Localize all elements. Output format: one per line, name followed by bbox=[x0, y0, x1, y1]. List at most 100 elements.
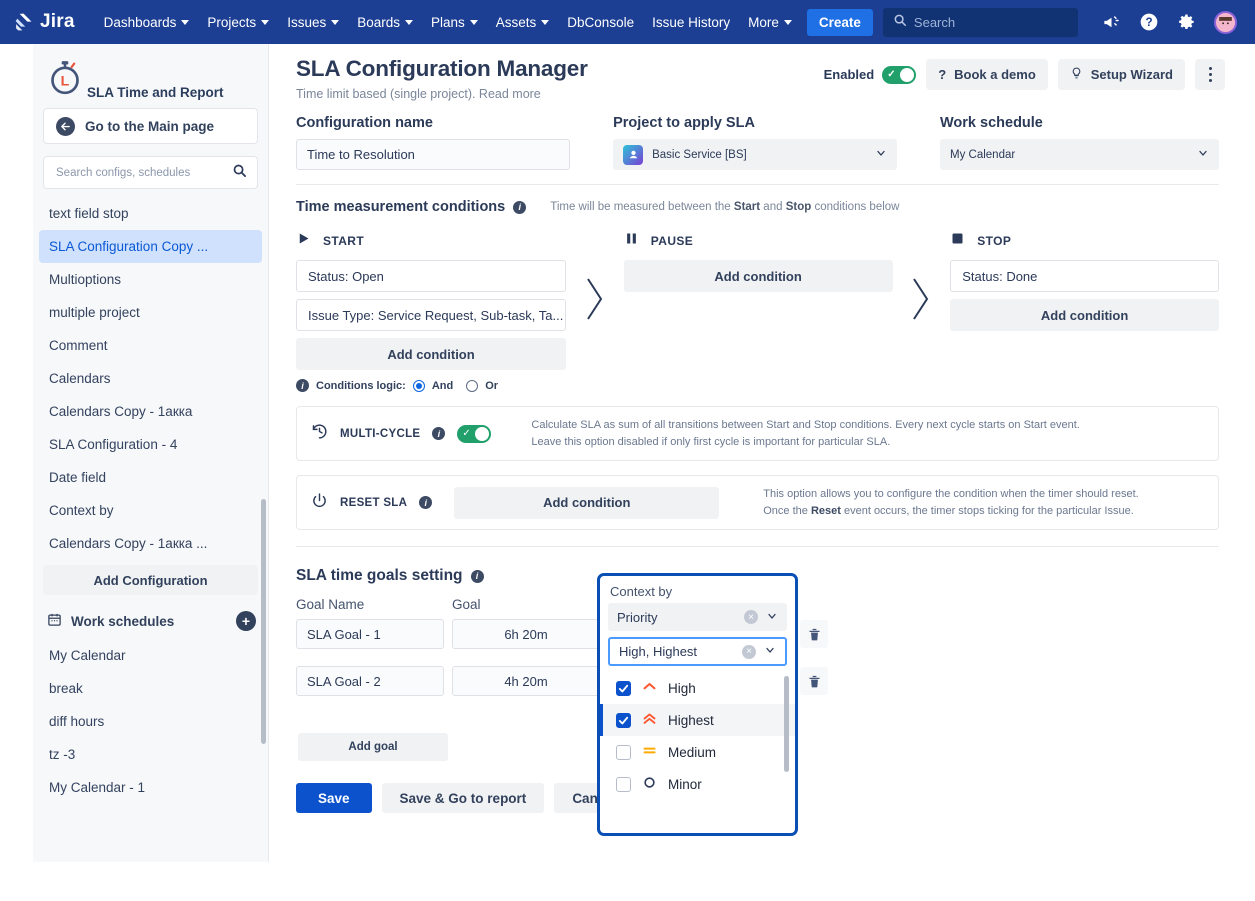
sla-brand-label: SLA Time and Report bbox=[87, 85, 224, 100]
context-option-minor[interactable]: Minor bbox=[600, 768, 795, 800]
clear-icon[interactable]: × bbox=[742, 645, 756, 659]
sidebar-item-multioptions[interactable]: Multioptions bbox=[33, 263, 268, 296]
clear-icon[interactable]: × bbox=[744, 610, 758, 624]
sidebar-item-calendars-copy-1akka[interactable]: Calendars Copy - 1акка bbox=[33, 395, 268, 428]
sidebar-schedule-tz-3[interactable]: tz -3 bbox=[33, 738, 268, 771]
book-a-demo-label: Book a demo bbox=[954, 67, 1036, 82]
sidebar-schedule-my-calendar[interactable]: My Calendar bbox=[33, 639, 268, 672]
search-configs-input[interactable] bbox=[54, 166, 232, 180]
hint-pre: Time will be measured between the bbox=[550, 201, 734, 213]
sidebar-item-date-field[interactable]: Date field bbox=[33, 461, 268, 494]
more-actions-button[interactable] bbox=[1195, 59, 1225, 90]
megaphone-icon[interactable] bbox=[1100, 11, 1122, 33]
nav-item-issue-history[interactable]: Issue History bbox=[643, 9, 739, 36]
work-schedule-select[interactable]: My Calendar bbox=[940, 139, 1219, 170]
project-select[interactable]: Basic Service [BS] bbox=[613, 139, 897, 170]
context-field-select[interactable]: Priority × bbox=[608, 603, 787, 631]
create-button[interactable]: Create bbox=[807, 9, 873, 36]
context-menu-scrollbar[interactable] bbox=[784, 676, 789, 772]
stop-condition-status[interactable]: Status: Done bbox=[950, 260, 1219, 292]
reset-sla-add-condition-button[interactable]: Add condition bbox=[454, 487, 719, 519]
settings-icon[interactable] bbox=[1176, 11, 1198, 33]
info-icon[interactable]: i bbox=[419, 496, 432, 509]
enabled-toggle[interactable]: ✓ bbox=[882, 66, 916, 84]
logic-or-radio[interactable] bbox=[466, 380, 478, 392]
goal-value-input-2[interactable]: 4h 20m bbox=[452, 666, 600, 696]
add-configuration-button[interactable]: Add Configuration bbox=[43, 565, 258, 595]
context-option-high[interactable]: High bbox=[600, 672, 795, 704]
goal-name-input-1[interactable]: SLA Goal - 1 bbox=[296, 619, 444, 649]
sidebar-schedule-break[interactable]: break bbox=[33, 672, 268, 705]
context-option-highest[interactable]: Highest bbox=[600, 704, 795, 736]
sidebar-item-label: tz -3 bbox=[49, 747, 75, 762]
checkbox-unchecked-icon[interactable] bbox=[616, 777, 631, 792]
logic-and-radio[interactable] bbox=[413, 380, 425, 392]
nav-item-dbconsole[interactable]: DbConsole bbox=[558, 9, 643, 36]
help-icon[interactable]: ? bbox=[1138, 11, 1160, 33]
nav-item-more[interactable]: More bbox=[739, 9, 801, 36]
go-to-main-page-button[interactable]: Go to the Main page bbox=[43, 108, 258, 144]
global-search-input[interactable]: Search bbox=[883, 8, 1078, 37]
avatar[interactable] bbox=[1214, 11, 1237, 34]
save-and-go-to-report-button[interactable]: Save & Go to report bbox=[382, 783, 545, 813]
sidebar-item-calendars[interactable]: Calendars bbox=[33, 362, 268, 395]
nav-item-issues[interactable]: Issues bbox=[278, 9, 348, 36]
checkbox-unchecked-icon[interactable] bbox=[616, 745, 631, 760]
info-icon[interactable]: i bbox=[471, 570, 484, 583]
project-field: Project to apply SLA Basic Service [BS] bbox=[613, 115, 897, 170]
multi-cycle-toggle[interactable]: ✓ bbox=[457, 425, 491, 443]
info-icon[interactable]: i bbox=[296, 379, 309, 392]
delete-goal-button-1[interactable] bbox=[800, 620, 828, 648]
start-condition-status[interactable]: Status: Open bbox=[296, 260, 566, 292]
sidebar-schedule-my-calendar-1[interactable]: My Calendar - 1 bbox=[33, 771, 268, 804]
sidebar-item-multiple-project[interactable]: multiple project bbox=[33, 296, 268, 329]
context-option-medium[interactable]: Medium bbox=[600, 736, 795, 768]
config-name-input[interactable]: Time to Resolution bbox=[296, 139, 570, 170]
arrow-left-icon bbox=[56, 117, 75, 136]
info-icon[interactable]: i bbox=[513, 201, 526, 214]
enabled-label: Enabled bbox=[824, 67, 875, 82]
sidebar-item-text-field-stop[interactable]: text field stop bbox=[33, 197, 268, 230]
sidebar-item-sla-configuration-copy[interactable]: SLA Configuration Copy ... bbox=[39, 230, 262, 263]
checkbox-checked-icon[interactable] bbox=[616, 713, 631, 728]
pause-icon bbox=[624, 231, 639, 251]
sidebar-search-box[interactable] bbox=[43, 156, 258, 189]
checkbox-checked-icon[interactable] bbox=[616, 681, 631, 696]
search-icon[interactable] bbox=[232, 163, 247, 183]
sidebar-item-context-by[interactable]: Context by bbox=[33, 494, 268, 527]
add-goal-button[interactable]: Add goal bbox=[298, 733, 448, 761]
save-button[interactable]: Save bbox=[296, 783, 372, 813]
start-add-condition-button[interactable]: Add condition bbox=[296, 338, 566, 370]
nav-item-projects[interactable]: Projects bbox=[198, 9, 278, 36]
multi-cycle-description: Calculate SLA as sum of all transitions … bbox=[531, 417, 1079, 450]
sidebar-item-sla-configuration-4[interactable]: SLA Configuration - 4 bbox=[33, 428, 268, 461]
sidebar-item-label: SLA Configuration Copy ... bbox=[49, 239, 208, 254]
stop-add-condition-button[interactable]: Add condition bbox=[950, 299, 1219, 331]
nav-item-dashboards[interactable]: Dashboards bbox=[95, 9, 199, 36]
sidebar-scrollbar[interactable] bbox=[261, 499, 266, 744]
info-icon[interactable]: i bbox=[432, 427, 445, 440]
sidebar-item-label: My Calendar bbox=[49, 648, 126, 663]
toggle-knob bbox=[900, 68, 914, 82]
chevron-down-icon bbox=[405, 20, 413, 25]
add-schedule-button[interactable]: + bbox=[236, 611, 256, 631]
reset-sla-desc-bold: Reset bbox=[811, 505, 841, 517]
context-values-select[interactable]: High, Highest × bbox=[608, 637, 787, 666]
goal-name-input-2[interactable]: SLA Goal - 2 bbox=[296, 666, 444, 696]
setup-wizard-button[interactable]: Setup Wizard bbox=[1058, 59, 1185, 90]
pause-add-condition-button[interactable]: Add condition bbox=[624, 260, 893, 292]
jira-logo[interactable]: Jira bbox=[14, 11, 75, 33]
nav-label: Boards bbox=[357, 15, 400, 30]
goal-value-input-1[interactable]: 6h 20m bbox=[452, 619, 600, 649]
book-a-demo-button[interactable]: ? Book a demo bbox=[926, 59, 1048, 90]
delete-goal-button-2[interactable] bbox=[800, 667, 828, 695]
sidebar-item-comment[interactable]: Comment bbox=[33, 329, 268, 362]
start-condition-issue-type[interactable]: Issue Type: Service Request, Sub-task, T… bbox=[296, 299, 566, 331]
sidebar-schedule-diff-hours[interactable]: diff hours bbox=[33, 705, 268, 738]
nav-item-boards[interactable]: Boards bbox=[348, 9, 422, 36]
nav-item-assets[interactable]: Assets bbox=[487, 9, 559, 36]
sidebar-item-calendars-copy-1akka-2[interactable]: Calendars Copy - 1акка ... bbox=[33, 527, 268, 560]
chevron-down-icon bbox=[331, 20, 339, 25]
priority-medium-icon bbox=[642, 743, 657, 761]
nav-item-plans[interactable]: Plans bbox=[422, 9, 487, 36]
